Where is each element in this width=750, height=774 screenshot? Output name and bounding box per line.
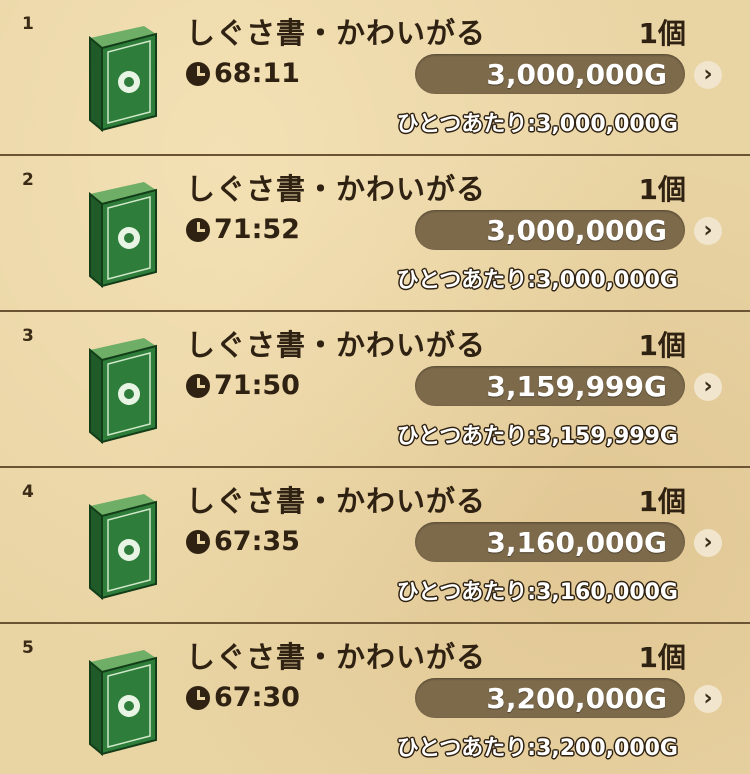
quantity: 1個	[638, 485, 686, 518]
rank-number: 2	[22, 170, 34, 190]
item-name: しぐさ書・かわいがる	[186, 484, 487, 518]
time-left-value: 68:11	[214, 58, 300, 89]
time-remaining: 71:52	[186, 214, 300, 245]
price-value: 3,000,000G	[486, 57, 667, 91]
quantity: 1個	[638, 329, 686, 362]
unit-price: ひとつあたり:3,000,000G	[396, 268, 678, 293]
unit-price: ひとつあたり:3,159,999G	[396, 424, 678, 449]
unit-price: ひとつあたり:3,160,000G	[396, 580, 678, 605]
clock-icon	[186, 529, 210, 554]
unit-price-value: 3,200,000G	[536, 736, 678, 761]
unit-price-label: ひとつあたり	[396, 736, 528, 761]
book-icon	[89, 650, 157, 756]
rank-number: 3	[22, 326, 34, 346]
time-remaining: 67:30	[186, 682, 300, 713]
unit-price-value: 3,000,000G	[536, 112, 678, 137]
chevron-right-icon[interactable]: ›	[694, 373, 722, 401]
item-name: しぐさ書・かわいがる	[186, 328, 487, 362]
quantity: 1個	[638, 17, 686, 50]
book-icon	[89, 338, 157, 444]
book-icon	[89, 26, 157, 132]
unit-price-label: ひとつあたり	[396, 268, 528, 293]
clock-icon	[186, 217, 210, 242]
price-value: 3,159,999G	[486, 369, 667, 403]
item-name: しぐさ書・かわいがる	[186, 640, 487, 674]
listing-row[interactable]: 2 しぐさ書・かわいがる 1個 71:52 3,000,000G › ひとつあた…	[0, 156, 750, 312]
rank-number: 1	[22, 14, 34, 34]
price-value: 3,160,000G	[486, 525, 667, 559]
listing-row[interactable]: 5 しぐさ書・かわいがる 1個 67:30 3,200,000G › ひとつあた…	[0, 624, 750, 774]
item-name: しぐさ書・かわいがる	[186, 16, 487, 50]
time-remaining: 68:11	[186, 58, 300, 89]
time-left-value: 71:52	[214, 214, 300, 245]
chevron-right-icon[interactable]: ›	[694, 217, 722, 245]
quantity: 1個	[638, 641, 686, 674]
unit-price-value: 3,000,000G	[536, 268, 678, 293]
unit-price: ひとつあたり:3,000,000G	[396, 112, 678, 137]
price-value: 3,200,000G	[486, 681, 667, 715]
unit-price-label: ひとつあたり	[396, 580, 528, 605]
time-remaining: 67:35	[186, 526, 300, 557]
price-badge: 3,000,000G	[415, 54, 685, 94]
listing-row[interactable]: 4 しぐさ書・かわいがる 1個 67:35 3,160,000G › ひとつあた…	[0, 468, 750, 624]
book-icon	[89, 182, 157, 288]
quantity: 1個	[638, 173, 686, 206]
unit-price-label: ひとつあたり	[396, 112, 528, 137]
chevron-right-icon[interactable]: ›	[694, 61, 722, 89]
unit-price: ひとつあたり:3,200,000G	[396, 736, 678, 761]
price-badge: 3,000,000G	[415, 210, 685, 250]
price-badge: 3,200,000G	[415, 678, 685, 718]
price-badge: 3,159,999G	[415, 366, 685, 406]
time-left-value: 67:30	[214, 682, 300, 713]
price-value: 3,000,000G	[486, 213, 667, 247]
listing-row[interactable]: 3 しぐさ書・かわいがる 1個 71:50 3,159,999G › ひとつあた…	[0, 312, 750, 468]
listing-list: 1 しぐさ書・かわいがる 1個 68:11 3,000,000G › ひとつあた…	[0, 0, 750, 774]
listing-row[interactable]: 1 しぐさ書・かわいがる 1個 68:11 3,000,000G › ひとつあた…	[0, 0, 750, 156]
unit-price-value: 3,160,000G	[536, 580, 678, 605]
clock-icon	[186, 61, 210, 86]
price-badge: 3,160,000G	[415, 522, 685, 562]
item-name: しぐさ書・かわいがる	[186, 172, 487, 206]
rank-number: 4	[22, 482, 34, 502]
time-left-value: 71:50	[214, 370, 300, 401]
unit-price-label: ひとつあたり	[396, 424, 528, 449]
time-left-value: 67:35	[214, 526, 300, 557]
chevron-right-icon[interactable]: ›	[694, 685, 722, 713]
clock-icon	[186, 373, 210, 398]
time-remaining: 71:50	[186, 370, 300, 401]
rank-number: 5	[22, 638, 34, 658]
clock-icon	[186, 685, 210, 710]
book-icon	[89, 494, 157, 600]
chevron-right-icon[interactable]: ›	[694, 529, 722, 557]
unit-price-value: 3,159,999G	[536, 424, 678, 449]
